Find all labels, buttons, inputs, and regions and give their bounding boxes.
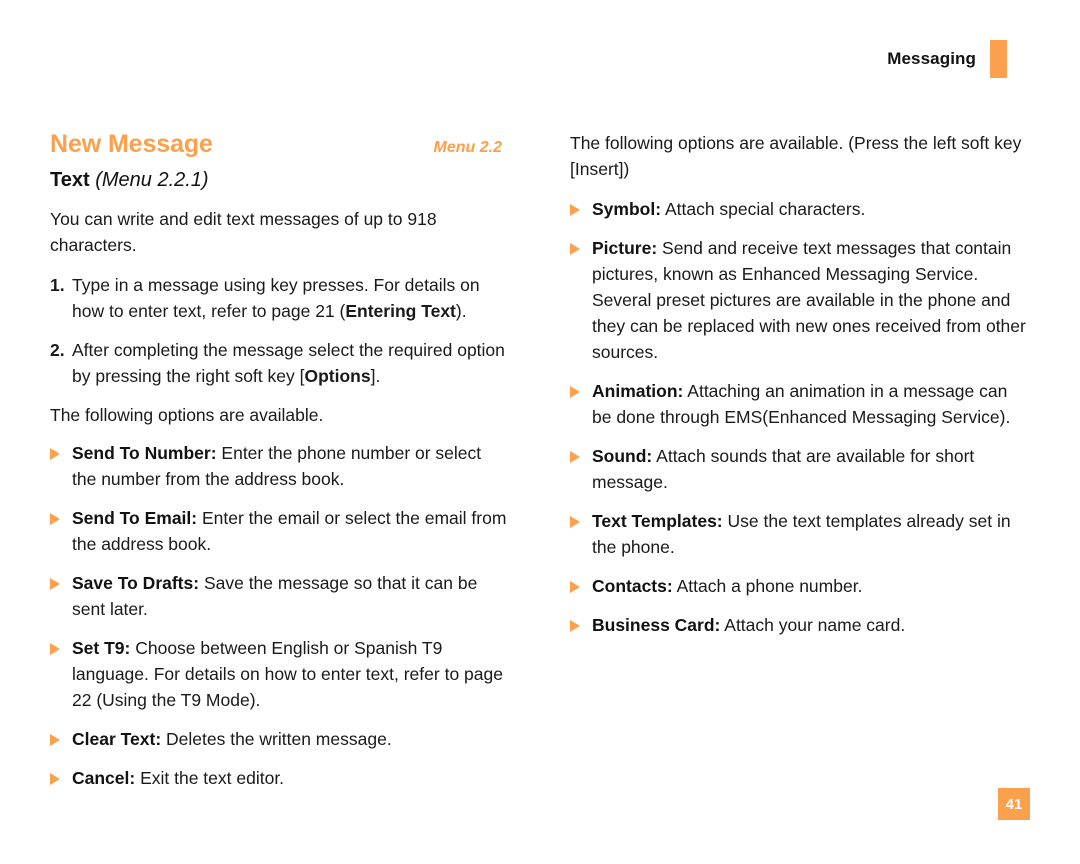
subsection-menu-path: (Menu 2.2.1) (95, 169, 209, 191)
list-item-text: Send To Email: Enter the email or select… (72, 508, 507, 554)
left-column: New Message Menu 2.2 Text (Menu 2.2.1) Y… (50, 130, 510, 804)
triangle-bullet-icon (50, 448, 72, 500)
triangle-bullet-icon (570, 386, 592, 438)
triangle-bullet-icon (570, 620, 592, 646)
menu-path-label: Menu 2.2 (433, 139, 502, 156)
subsection-title: Text (50, 169, 90, 191)
page-number-badge: 41 (998, 788, 1030, 820)
list-item-text: Clear Text: Deletes the written message. (72, 729, 392, 749)
list-item: Sound: Attach sounds that are available … (570, 443, 1030, 495)
header-accent-tab (990, 40, 1007, 78)
step-text: After completing the message select the … (72, 340, 505, 386)
section-heading-row: New Message Menu 2.2 (50, 130, 510, 159)
triangle-bullet-icon (570, 516, 592, 568)
list-item-text: Symbol: Attach special characters. (592, 199, 866, 219)
list-item: Contacts: Attach a phone number. (570, 573, 1030, 599)
page-body: New Message Menu 2.2 Text (Menu 2.2.1) Y… (50, 130, 1030, 804)
list-item: Text Templates: Use the text templates a… (570, 508, 1030, 560)
triangle-bullet-icon (570, 451, 592, 503)
list-item-text: Sound: Attach sounds that are available … (592, 446, 975, 492)
right-intro-paragraph: The following options are available. (Pr… (570, 133, 1022, 179)
chapter-name: Messaging (887, 49, 976, 68)
triangle-bullet-icon (50, 578, 72, 630)
page-running-header: Messaging (887, 40, 1007, 78)
list-item-text: Cancel: Exit the text editor. (72, 768, 285, 788)
triangle-bullet-icon (570, 204, 592, 230)
step-number: 2. (50, 340, 65, 360)
list-item: Clear Text: Deletes the written message. (50, 726, 510, 752)
triangle-bullet-icon (50, 734, 72, 760)
step-number: 1. (50, 275, 65, 295)
list-item: Save To Drafts: Save the message so that… (50, 570, 510, 622)
intro-paragraph: You can write and edit text messages of … (50, 209, 437, 255)
subsection-heading: Text (Menu 2.2.1) (50, 169, 510, 192)
list-item: Send To Number: Enter the phone number o… (50, 440, 510, 492)
list-item-text: Contacts: Attach a phone number. (592, 576, 863, 596)
options-lead-paragraph: The following options are available. (50, 405, 324, 425)
list-item: Send To Email: Enter the email or select… (50, 505, 510, 557)
list-item: Cancel: Exit the text editor. (50, 765, 510, 791)
triangle-bullet-icon (50, 513, 72, 565)
list-item-text: Business Card: Attach your name card. (592, 615, 906, 635)
step-text: Type in a message using key presses. For… (72, 275, 480, 321)
triangle-bullet-icon (570, 243, 592, 373)
list-item: Symbol: Attach special characters. (570, 196, 1030, 222)
triangle-bullet-icon (50, 643, 72, 721)
page-title: New Message (50, 130, 213, 158)
list-item-text: Animation: Attaching an animation in a m… (592, 381, 1011, 427)
right-column: The following options are available. (Pr… (570, 130, 1030, 804)
numbered-step: 1. Type in a message using key presses. … (50, 272, 510, 324)
list-item-text: Send To Number: Enter the phone number o… (72, 443, 482, 489)
list-item-text: Set T9: Choose between English or Spanis… (72, 638, 503, 710)
list-item-text: Save To Drafts: Save the message so that… (72, 573, 478, 619)
numbered-step: 2. After completing the message select t… (50, 337, 510, 389)
list-item: Business Card: Attach your name card. (570, 612, 1030, 638)
triangle-bullet-icon (50, 773, 72, 799)
list-item: Picture: Send and receive text messages … (570, 235, 1030, 365)
list-item-text: Text Templates: Use the text templates a… (592, 511, 1011, 557)
list-item-text: Picture: Send and receive text messages … (592, 238, 1026, 362)
list-item: Animation: Attaching an animation in a m… (570, 378, 1030, 430)
triangle-bullet-icon (570, 581, 592, 607)
list-item: Set T9: Choose between English or Spanis… (50, 635, 510, 713)
